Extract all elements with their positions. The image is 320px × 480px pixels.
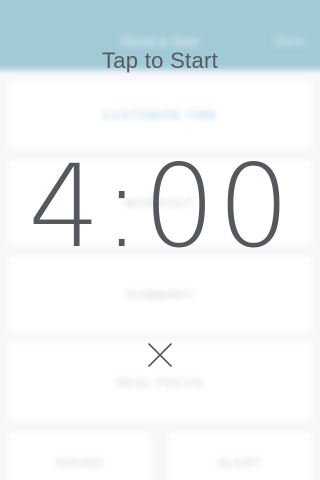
timer-screen: Reset & Start Done CUSTOMIZE TIME WORKOU…: [0, 0, 320, 480]
tap-to-start-label[interactable]: Tap to Start: [0, 48, 320, 74]
close-x-icon: [148, 343, 172, 367]
close-button[interactable]: [142, 337, 178, 373]
countdown-timer[interactable]: 4:00: [0, 150, 320, 264]
